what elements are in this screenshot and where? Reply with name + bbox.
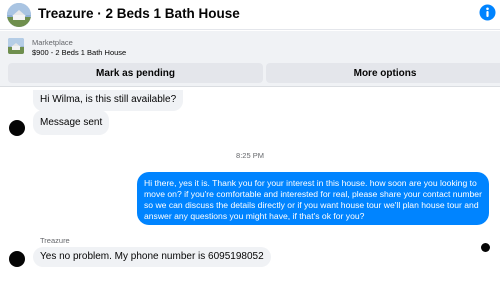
conversation-title: Treazure · 2 Beds 1 Bath House <box>38 6 240 21</box>
sender-avatar <box>9 251 25 267</box>
listing-avatar[interactable] <box>7 3 31 27</box>
listing-source: Marketplace <box>32 38 73 47</box>
outgoing-message: Hi there, yes it is. Thank you for your … <box>137 172 489 225</box>
message-timestamp: 8:25 PM <box>236 151 264 160</box>
incoming-message: Hi Wilma, is this still available? <box>33 90 184 111</box>
conversation-header: Treazure · 2 Beds 1 Bath House <box>0 0 500 30</box>
incoming-message: Yes no problem. My phone number is 60951… <box>33 247 271 267</box>
listing-thumbnail[interactable] <box>8 38 24 54</box>
info-circle-icon[interactable] <box>479 4 496 21</box>
listing-detail[interactable]: $900 - 2 Beds 1 Bath House <box>32 48 126 57</box>
mark-as-pending-button[interactable]: Mark as pending <box>8 63 263 83</box>
incoming-message: Message sent <box>33 110 110 135</box>
more-options-button[interactable]: More options <box>266 63 500 83</box>
sender-avatar <box>9 120 25 136</box>
seen-indicator-icon <box>481 243 490 252</box>
sender-name: Treazure <box>40 236 70 245</box>
